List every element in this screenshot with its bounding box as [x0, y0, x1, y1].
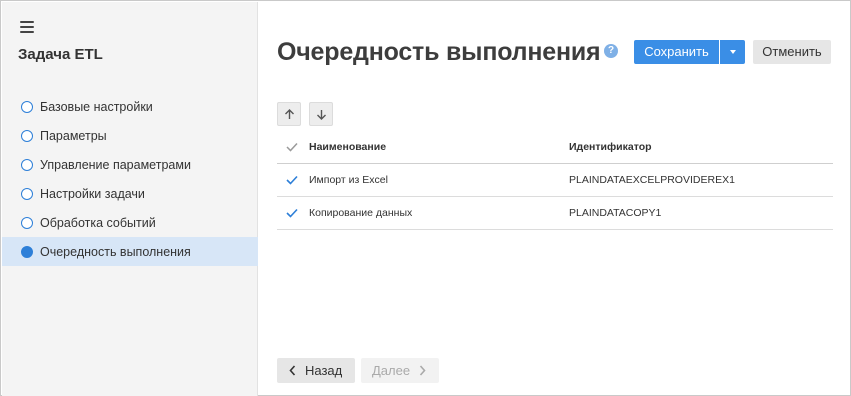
row-name: Копирование данных [309, 196, 569, 230]
back-label: Назад [305, 363, 343, 378]
next-button[interactable]: Далее [361, 358, 439, 383]
select-all-checkbox[interactable] [277, 132, 309, 164]
sidebar: Задача ETL Базовые настройки Параметры У… [2, 2, 258, 396]
main-panel: Очередность выполнения ? Сохранить Отмен… [259, 2, 851, 396]
next-label: Далее [372, 363, 411, 378]
check-icon [286, 208, 298, 218]
move-up-button[interactable] [277, 102, 301, 126]
table-row[interactable]: Импорт из Excel PLAINDATAEXCELPROVIDEREX… [277, 163, 833, 197]
page-title: Очередность выполнения [277, 38, 601, 66]
check-icon [286, 143, 298, 152]
sidebar-item-task-settings[interactable]: Настройки задачи [2, 179, 258, 208]
sidebar-item-base-settings[interactable]: Базовые настройки [2, 92, 258, 121]
row-id: PLAINDATACOPY1 [569, 196, 833, 230]
check-icon [286, 175, 298, 185]
sidebar-item-label: Очередность выполнения [40, 244, 191, 259]
sidebar-item-label: Управление параметрами [40, 157, 191, 172]
save-dropdown-button[interactable] [720, 40, 745, 64]
chevron-left-icon [289, 365, 296, 376]
radio-icon [21, 129, 33, 142]
radio-icon [21, 187, 33, 200]
sidebar-nav: Базовые настройки Параметры Управление п… [2, 92, 258, 266]
sidebar-item-parameter-management[interactable]: Управление параметрами [2, 150, 258, 179]
cancel-button[interactable]: Отменить [753, 40, 831, 64]
radio-filled-icon [21, 245, 33, 258]
sidebar-item-label: Обработка событий [40, 215, 156, 230]
sidebar-item-execution-order[interactable]: Очередность выполнения [2, 237, 258, 266]
row-name: Импорт из Excel [309, 163, 569, 197]
radio-icon [21, 158, 33, 171]
move-down-button[interactable] [309, 102, 333, 126]
sidebar-item-parameters[interactable]: Параметры [2, 121, 258, 150]
row-id: PLAINDATAEXCELPROVIDEREX1 [569, 163, 833, 197]
arrow-down-icon [317, 110, 326, 120]
column-header-id: Идентификатор [569, 132, 833, 164]
sidebar-title: Задача ETL [18, 46, 103, 63]
menu-icon[interactable] [20, 21, 34, 33]
chevron-right-icon [419, 365, 426, 376]
row-checkbox[interactable] [277, 196, 309, 230]
radio-icon [21, 216, 33, 229]
column-header-name: Наименование [309, 132, 569, 164]
back-button[interactable]: Назад [277, 358, 355, 383]
table-header-row: Наименование Идентификатор [277, 132, 833, 164]
sidebar-item-label: Базовые настройки [40, 99, 153, 114]
table-row[interactable]: Копирование данных PLAINDATACOPY1 [277, 196, 833, 230]
sidebar-item-event-handling[interactable]: Обработка событий [2, 208, 258, 237]
dialog-window: Задача ETL Базовые настройки Параметры У… [0, 0, 851, 396]
row-checkbox[interactable] [277, 163, 309, 197]
sidebar-item-label: Настройки задачи [40, 186, 145, 201]
help-icon[interactable]: ? [604, 44, 618, 58]
save-button[interactable]: Сохранить [634, 40, 719, 64]
radio-icon [21, 100, 33, 113]
sidebar-item-label: Параметры [40, 128, 107, 143]
execution-order-table: Наименование Идентификатор Импорт из Exc… [277, 132, 833, 230]
arrow-up-icon [285, 109, 294, 119]
